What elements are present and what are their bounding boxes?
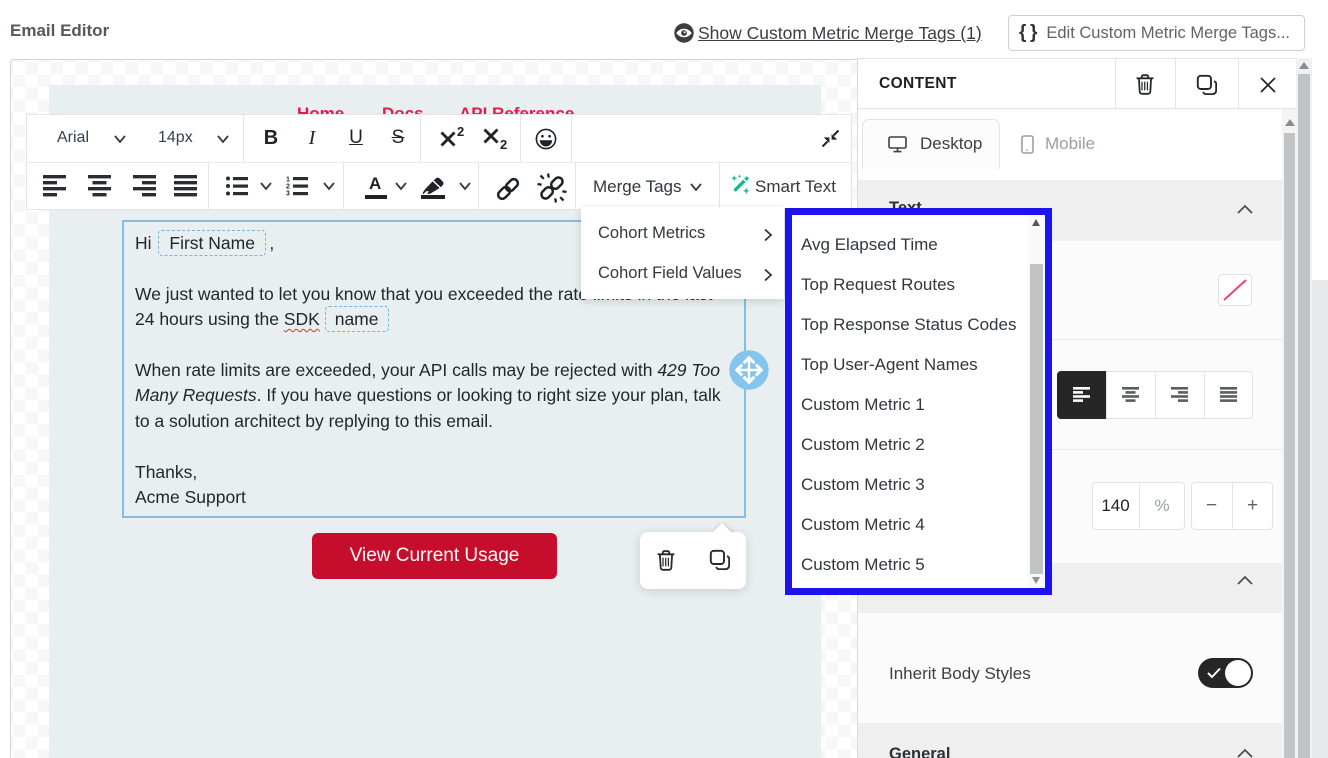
svg-text:3: 3 <box>286 191 290 197</box>
svg-text:2: 2 <box>286 184 290 191</box>
svg-text:1: 1 <box>286 177 290 184</box>
